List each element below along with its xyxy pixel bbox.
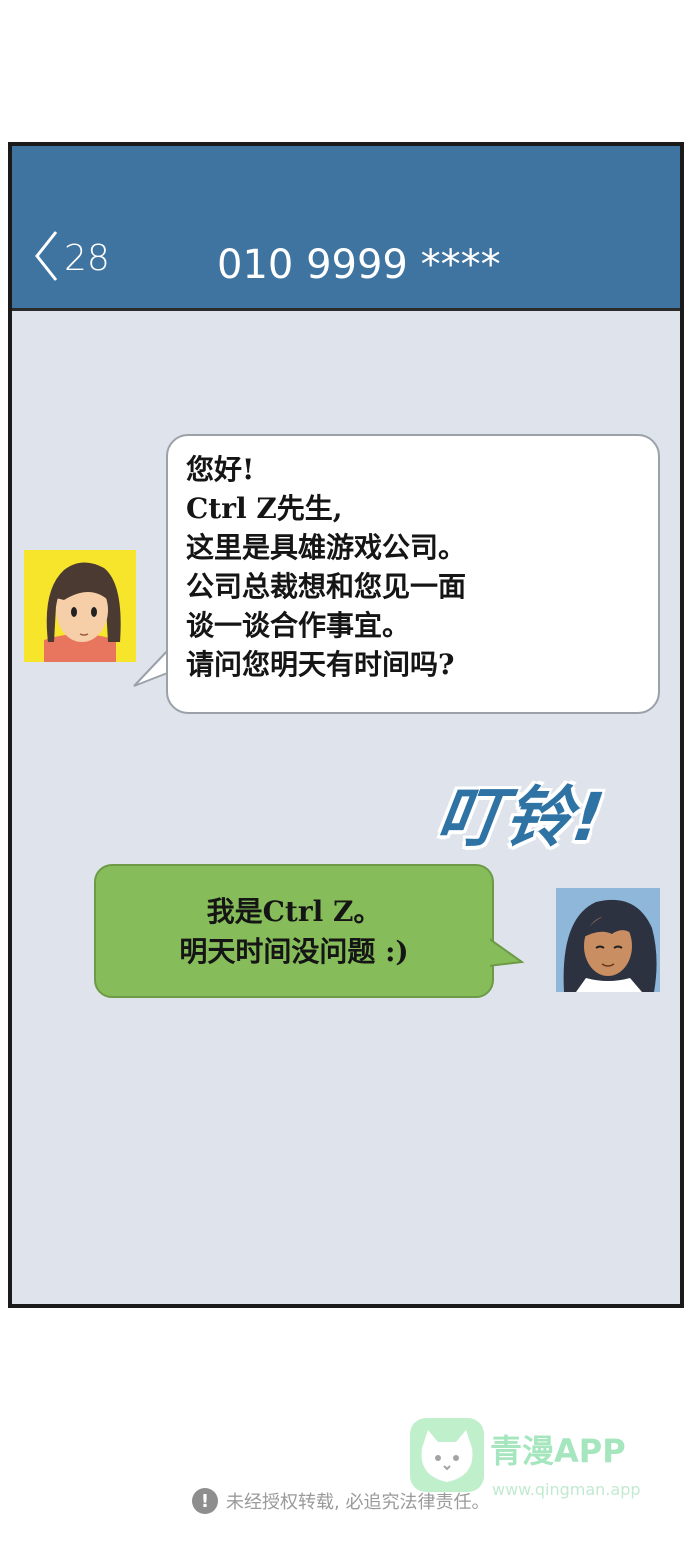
cat-logo-icon xyxy=(410,1418,484,1492)
copyright-notice-text: 未经授权转载, 必追究法律责任。 xyxy=(226,1492,490,1513)
watermark-url: www.qingman.app xyxy=(492,1480,641,1499)
chat-header: 28 010 9999 **** xyxy=(12,146,680,311)
message-line: 谈一谈合作事宜。 xyxy=(186,609,411,642)
message-line: 请问您明天有时间吗? xyxy=(186,648,455,681)
incoming-message-text: 您好! Ctrl Z先生, 这里是具雄游戏公司。 公司总裁想和您见一面 谈一谈合… xyxy=(186,450,466,684)
outgoing-message-text: 我是Ctrl Z。 明天时间没问题 :) xyxy=(96,892,492,972)
message-line: 公司总裁想和您见一面 xyxy=(186,570,467,603)
incoming-message-bubble: 您好! Ctrl Z先生, 这里是具雄游戏公司。 公司总裁想和您见一面 谈一谈合… xyxy=(166,434,660,714)
outgoing-message-bubble: 我是Ctrl Z。 明天时间没问题 :) xyxy=(94,864,494,998)
message-line: Ctrl Z先生, xyxy=(186,492,343,525)
back-chevron-icon[interactable] xyxy=(32,228,60,284)
contact-phone-number: 010 9999 **** xyxy=(217,242,501,288)
ding-sound-effect: 叮铃! xyxy=(431,779,611,856)
back-count[interactable]: 28 xyxy=(64,238,110,279)
message-line: 您好! xyxy=(186,453,255,486)
message-line: 明天时间没问题 :) xyxy=(179,935,409,968)
phone-screen: 28 010 9999 **** 您好! Ctrl Z先生, 这里是具雄游戏公司… xyxy=(8,142,684,1308)
message-line: 我是Ctrl Z。 xyxy=(206,895,382,928)
copyright-notice: ! 未经授权转载, 必追究法律责任。 xyxy=(192,1488,489,1514)
message-line: 这里是具雄游戏公司。 xyxy=(186,531,467,564)
watermark-name: 青漫APP xyxy=(490,1432,626,1470)
user-avatar xyxy=(556,888,660,992)
outgoing-bubble-tail xyxy=(488,936,524,968)
sender-avatar xyxy=(24,550,136,662)
exclamation-icon: ! xyxy=(192,1488,218,1514)
